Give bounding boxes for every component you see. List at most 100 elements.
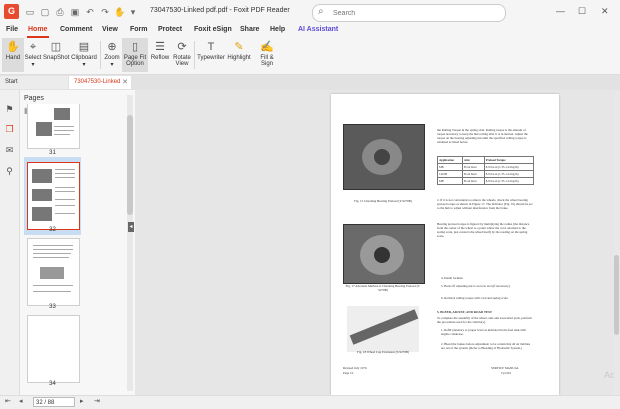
page-fit-option-button[interactable]: ▯ Page Fit Option [122, 38, 148, 72]
quick-access-dropdown-icon[interactable]: ▾ [127, 6, 139, 18]
rotate-icon: ⟳ [177, 41, 187, 53]
menu-protect[interactable]: Protect [158, 26, 182, 33]
attachments-icon[interactable]: ⚲ [4, 166, 15, 177]
camera-icon: ◫ [50, 41, 62, 53]
thumbnail-label: 33 [49, 304, 56, 310]
page-thumbnail[interactable] [27, 104, 80, 149]
step-5: 5. Back off adjusting nut to recover slo… [441, 284, 511, 288]
menu-share[interactable]: Share [240, 26, 259, 33]
table-row: 1401B Front Rear 8-9 lbs-in (1.35-1.24 k… [437, 170, 535, 178]
zoom-button[interactable]: ⊕ Zoom ▾ [103, 38, 121, 72]
last-page-icon[interactable]: ⇥ [94, 397, 100, 405]
close-window-button[interactable]: ✕ [601, 6, 609, 17]
page-footer-code: Cpt 601 [501, 371, 512, 375]
typewriter-icon: T [207, 41, 215, 53]
menu-foxit-esign[interactable]: Foxit eSign [194, 26, 232, 33]
collapse-panel-icon[interactable]: ◂ [128, 222, 134, 232]
preload-torque-table: Application Axle Preload Torque MB Front… [437, 156, 535, 185]
reflow-icon: ☰ [155, 41, 165, 53]
maximize-button[interactable]: ☐ [578, 6, 586, 17]
activation-watermark: Ac [604, 370, 615, 380]
table-row: MB Front Rear 8-9 lbs-in (1.35-1.24 kg/m… [437, 163, 535, 171]
zoom-icon: ⊕ [107, 41, 117, 53]
save-icon[interactable]: ▣ [69, 6, 81, 18]
table-header: Application [437, 156, 463, 164]
select-button[interactable]: ⌖ Select ▾ [24, 38, 42, 72]
chevron-down-icon: ▾ [31, 62, 35, 68]
previous-page-icon[interactable]: ◂ [19, 397, 23, 405]
comments-icon[interactable]: ✉ [4, 145, 15, 156]
menu-view[interactable]: View [102, 26, 118, 33]
close-tab-icon[interactable]: ✕ [122, 76, 128, 89]
thumbnail-label: 31 [49, 150, 56, 156]
rolling-torque-paragraph: the Rolling Torque in the spring strut. … [437, 128, 528, 144]
hand-button[interactable]: ✋ Hand [2, 38, 24, 72]
section-heading: 5. BLEED, ADJUST, AND ROAD TEST [437, 310, 492, 314]
section-step-1: 1. Refill planetary to proper level as i… [441, 328, 526, 336]
open-file-icon[interactable]: ▢ [39, 6, 51, 18]
first-page-icon[interactable]: ⇤ [5, 397, 11, 405]
typewriter-button[interactable]: T Typewriter [197, 38, 225, 72]
figure-18-photo [347, 306, 419, 352]
menu-form[interactable]: Form [130, 26, 148, 33]
pages-panel-title: Pages [24, 95, 44, 102]
status-bar: ⇤ ◂ 32 / 88 ▸ ⇥ [0, 395, 620, 409]
page-footer-number: Page 10 [343, 371, 354, 375]
figure-17-caption: Fig. 17 Alternate Method of Checking Bea… [345, 284, 421, 292]
redo-icon[interactable]: ↷ [99, 6, 111, 18]
pages-panel-scrollbar[interactable] [127, 95, 133, 391]
page-fit-icon: ▯ [131, 41, 139, 53]
pages-panel-scroll-thumb[interactable] [127, 115, 133, 215]
highlight-icon: ✎ [234, 41, 244, 53]
clipboard-icon: ▤ [78, 41, 90, 53]
fill-sign-button[interactable]: ✍ Fill & Sign [256, 38, 278, 72]
hand-icon: ✋ [6, 41, 20, 53]
reflow-button[interactable]: ☰ Reflow [149, 38, 171, 72]
menu-help[interactable]: Help [270, 26, 285, 33]
search-box[interactable]: ⌕ [312, 4, 506, 22]
figure-15-photo [343, 124, 425, 190]
window-title: 73047530-Linked pdf.pdf - Foxit PDF Read… [150, 7, 290, 14]
cursor-icon: ⌖ [29, 41, 37, 53]
document-tab-bar: Start 73047530-Linked pdf... ✕ [0, 75, 620, 98]
page-footer-left: Revised July 1976 [343, 366, 367, 370]
bookmark-icon[interactable]: ⚑ [4, 104, 15, 115]
figure-17-photo [343, 224, 425, 284]
next-page-icon[interactable]: ▸ [80, 397, 84, 405]
step-6: 6. Recheck rolling torque with cord and … [441, 296, 509, 300]
rotate-view-button[interactable]: ⟳ Rotate View [172, 38, 192, 72]
chevron-down-icon: ▾ [82, 62, 86, 68]
page-footer-right: SERVICE MANUAL [491, 366, 519, 370]
menu-bar: File Home Comment View Form Protect Foxi… [0, 24, 620, 38]
pages-icon[interactable]: ❐ [4, 124, 15, 135]
print-icon[interactable]: ⎙ [54, 6, 66, 18]
page-thumbnail-selected[interactable] [27, 162, 80, 230]
highlight-button[interactable]: ✎ Highlight [226, 38, 252, 72]
search-input[interactable] [331, 7, 495, 20]
clipboard-button[interactable]: ▤ Clipboard ▾ [70, 38, 98, 72]
open-folder-icon[interactable]: ▭ [24, 6, 36, 18]
snapshot-button[interactable]: ◫ SnapShot [43, 38, 69, 72]
minimize-button[interactable]: — [556, 6, 565, 16]
page-number-input[interactable]: 32 / 88 [33, 397, 75, 407]
section-body: To complete the assembly of the wheel, a… [437, 316, 532, 324]
ribbon-divider [100, 41, 101, 69]
menu-comment[interactable]: Comment [60, 26, 92, 33]
table-header: Preload Torque [483, 156, 535, 164]
document-scrollbar[interactable] [613, 90, 620, 395]
page-thumbnail[interactable] [27, 315, 80, 383]
figure-18-caption: Fig. 18 Wheel Cup Extension (T-9279B) [357, 350, 409, 354]
ribbon-toolbar: ✋ Hand ⌖ Select ▾ ◫ SnapShot ▤ Clipboard ▾… [0, 38, 620, 75]
tab-document[interactable]: 73047530-Linked pdf... ✕ [69, 76, 131, 98]
section-step-2: 2. Bleed the brakes before adjustment to… [441, 342, 531, 350]
undo-icon[interactable]: ↶ [84, 6, 96, 18]
page-thumbnail[interactable] [27, 238, 80, 306]
menu-file[interactable]: File [6, 26, 18, 33]
tab-start[interactable]: Start [0, 76, 68, 89]
hand-tool-quick-icon[interactable]: ✋ [114, 6, 126, 18]
document-scroll-thumb[interactable] [614, 255, 619, 335]
fill-sign-icon: ✍ [260, 41, 274, 53]
menu-home[interactable]: Home [28, 26, 47, 33]
menu-ai-assistant[interactable]: AI Assistant [298, 26, 338, 33]
thumbnail-label: 34 [49, 381, 56, 387]
